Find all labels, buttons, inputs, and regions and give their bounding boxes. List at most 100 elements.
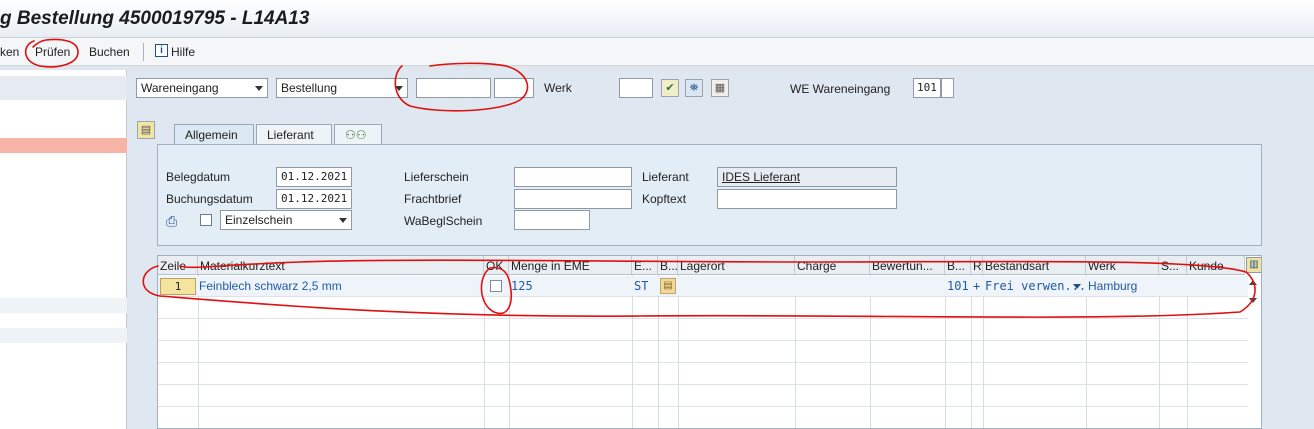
- col-header-werk[interactable]: Werk: [1086, 256, 1159, 275]
- ok-checkbox[interactable]: [490, 280, 502, 292]
- action-select[interactable]: Wareneingang: [136, 78, 268, 98]
- grid-colline: [1086, 275, 1087, 428]
- grid-colline: [509, 275, 510, 428]
- print-option-select[interactable]: Einzelschein: [220, 210, 352, 230]
- toolbar-separator: [143, 43, 144, 61]
- frachtbrief-label: Frachtbrief: [404, 192, 462, 206]
- column-layout-icon[interactable]: ▥: [1246, 257, 1261, 273]
- col-header-bewertung[interactable]: Bewertun...: [870, 256, 945, 275]
- grid-colline: [198, 275, 199, 428]
- grid-colline: [484, 275, 485, 428]
- grid-rowline: [158, 362, 1248, 363]
- window-title: g Bestellung 4500019795 - L14A13: [0, 8, 310, 29]
- table-row[interactable]: 1 Feinblech schwarz 2,5 mm 125 ST ▤ 101 …: [158, 276, 1248, 296]
- col-header-einheit[interactable]: E...: [632, 256, 658, 275]
- col-header-lagerort[interactable]: Lagerort: [678, 256, 795, 275]
- tab-lieferant[interactable]: Lieferant: [256, 124, 332, 144]
- tab-partner[interactable]: ⚇⚇: [334, 124, 382, 144]
- header-toggle-icon[interactable]: ▤: [137, 121, 155, 139]
- wabeglschein-input[interactable]: [514, 210, 590, 230]
- lieferschein-input[interactable]: [514, 167, 632, 187]
- movement-cell[interactable]: 101: [947, 279, 969, 293]
- application-toolbar: ken Prüfen Buchen i Hilfe: [0, 38, 1314, 66]
- reference-select[interactable]: Bestellung: [276, 78, 408, 98]
- grid-colline: [1159, 275, 1160, 428]
- hilfe-button[interactable]: Hilfe: [171, 45, 195, 59]
- quantity-cell[interactable]: 125: [511, 279, 533, 293]
- frachtbrief-input[interactable]: [514, 189, 632, 209]
- unit-cell[interactable]: ST: [634, 279, 648, 293]
- scroll-down-icon[interactable]: [1249, 298, 1257, 303]
- kopftext-input[interactable]: [717, 189, 897, 209]
- grid-colline: [678, 275, 679, 428]
- grid-colline: [870, 275, 871, 428]
- title-bar: g Bestellung 4500019795 - L14A13: [0, 0, 1314, 38]
- check-icon[interactable]: ✔: [661, 79, 679, 97]
- grid-rowline: [158, 340, 1248, 341]
- tab-allgemein[interactable]: Allgemein: [174, 124, 254, 144]
- col-header-b1[interactable]: B...: [658, 256, 678, 275]
- print-option-value: Einzelschein: [225, 213, 293, 227]
- table-icon[interactable]: ▦: [711, 79, 729, 97]
- grid-colline: [983, 275, 984, 428]
- chevron-down-icon: [255, 86, 263, 91]
- col-header-ok[interactable]: OK: [484, 256, 509, 275]
- document-overview-panel: [0, 70, 127, 429]
- chevron-down-icon: [395, 86, 403, 91]
- col-header-bestandsart[interactable]: Bestandsart: [983, 256, 1086, 275]
- belegdatum-label: Belegdatum: [166, 170, 231, 184]
- col-header-menge[interactable]: Menge in EME: [509, 256, 632, 275]
- chevron-down-icon: [339, 218, 347, 223]
- print-checkbox[interactable]: [200, 214, 212, 226]
- partner-icon: ⚇⚇: [345, 128, 367, 142]
- werk-label: Werk: [544, 81, 572, 95]
- overview-header: [0, 76, 127, 100]
- col-header-charge[interactable]: Charge: [795, 256, 870, 275]
- col-header-b2[interactable]: B...: [945, 256, 971, 275]
- grid-colline: [971, 275, 972, 428]
- movement-type-input[interactable]: 101: [913, 78, 941, 98]
- scroll-up-icon[interactable]: [1249, 280, 1257, 285]
- toolbar-item-truncated[interactable]: ken: [0, 45, 19, 59]
- grid-colline: [795, 275, 796, 428]
- kopftext-label: Kopftext: [642, 192, 687, 206]
- plant-cell[interactable]: Hamburg: [1088, 279, 1137, 293]
- movement-extra-input[interactable]: [941, 78, 954, 98]
- pruefen-button[interactable]: Prüfen: [35, 45, 70, 59]
- row-number-cell[interactable]: 1: [160, 278, 196, 295]
- overview-selected-row[interactable]: [0, 138, 127, 153]
- col-header-zeile[interactable]: Zeile: [158, 256, 198, 275]
- grid-colline: [945, 275, 946, 428]
- col-header-r[interactable]: R: [971, 256, 983, 275]
- buchen-button[interactable]: Buchen: [89, 45, 130, 59]
- action-select-value: Wareneingang: [141, 81, 219, 95]
- grid-colline: [658, 275, 659, 428]
- buchungsdatum-input[interactable]: 01.12.2021: [276, 189, 352, 209]
- grid-colline: [1187, 275, 1188, 428]
- col-header-s[interactable]: S...: [1159, 256, 1187, 275]
- grid-rowline: [158, 406, 1248, 407]
- werk-input[interactable]: [619, 78, 653, 98]
- col-header-kunde[interactable]: Kunde: [1187, 256, 1245, 275]
- lieferschein-label: Lieferschein: [404, 170, 469, 184]
- grid-rowline: [158, 384, 1248, 385]
- info-icon[interactable]: i: [155, 44, 168, 57]
- document-icon[interactable]: ▤: [660, 278, 676, 294]
- grid-rowline: [158, 318, 1248, 319]
- chevron-down-icon[interactable]: [1073, 284, 1081, 289]
- reference-select-value: Bestellung: [281, 81, 338, 95]
- plus-cell[interactable]: +: [973, 279, 980, 293]
- movement-label: WE Wareneingang: [790, 82, 891, 96]
- material-text-cell[interactable]: Feinblech schwarz 2,5 mm: [199, 279, 342, 293]
- wabeglschein-label: WaBeglSchein: [404, 214, 483, 228]
- lieferant-field: IDES Lieferant: [717, 167, 897, 187]
- binoculars-icon[interactable]: ⛯: [685, 79, 703, 97]
- belegdatum-input[interactable]: 01.12.2021: [276, 167, 352, 187]
- overview-row[interactable]: [0, 298, 127, 313]
- po-number-input[interactable]: [416, 78, 491, 98]
- grid-colline: [632, 275, 633, 428]
- po-item-input[interactable]: [494, 78, 534, 98]
- overview-row[interactable]: [0, 328, 127, 343]
- col-header-materialkurztext[interactable]: Materialkurztext: [198, 256, 484, 275]
- stock-type-cell[interactable]: Frei verwen...: [985, 279, 1086, 293]
